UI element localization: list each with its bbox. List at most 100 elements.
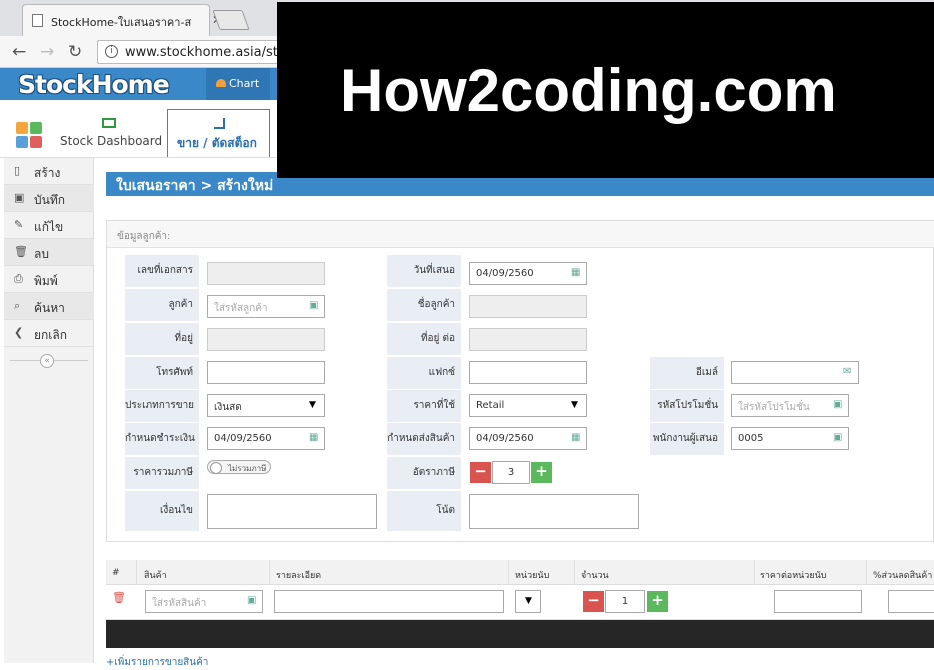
sidebar-item-label: บันทึก	[34, 193, 65, 207]
sale-type-select[interactable]: เงินสด ▼	[207, 394, 325, 417]
price-select[interactable]: Retail ▼	[469, 394, 587, 417]
gift-icon[interactable]: ▣	[247, 596, 257, 606]
tax-rate-input[interactable]: 3	[492, 461, 530, 484]
note-label: โน้ต	[387, 491, 461, 531]
email-label: อีเมล์	[650, 357, 724, 389]
column-header: สินค้า	[144, 571, 167, 581]
chart-label: Chart	[229, 77, 260, 90]
browser-tab[interactable]: StockHome-ใบเสนอราคา-สร้ ✕	[22, 4, 222, 36]
qty-increase-button[interactable]: +	[647, 591, 668, 612]
sidebar-item-create[interactable]: ▯ สร้าง	[4, 158, 94, 185]
column-header: ราคาต่อหน่วยนับ	[760, 571, 827, 581]
calendar-icon[interactable]: ▦	[571, 433, 581, 443]
tax-rate-label: อัตราภาษี	[387, 457, 461, 489]
sidebar-item-label: ยกเลิก	[34, 328, 68, 342]
detail-input[interactable]	[274, 590, 504, 613]
app-logo[interactable]: StockHome	[18, 70, 170, 99]
calendar-icon[interactable]: ▦	[571, 268, 581, 278]
unit-price-input[interactable]	[774, 590, 862, 613]
info-icon[interactable]: i	[105, 45, 118, 58]
sidebar-item-delete[interactable]: 🗑 ลบ	[4, 239, 94, 266]
qty-value: 1	[621, 596, 629, 607]
tax-rate-increase-button[interactable]: +	[531, 462, 552, 483]
address2-input[interactable]	[469, 328, 587, 351]
promo-input[interactable]: ใส่รหัสโปรโมชั่น ▣	[731, 394, 849, 417]
gift-icon[interactable]: ▣	[833, 400, 843, 410]
product-table-header: # สินค้า รายละเอียด หน่วยนับ จำนวน ราคาต…	[106, 560, 934, 585]
tax-rate-decrease-button[interactable]: −	[470, 462, 491, 483]
delivery-value: 04/09/2560	[476, 433, 534, 444]
product-table: # สินค้า รายละเอียด หน่วยนับ จำนวน ราคาต…	[106, 560, 934, 648]
sidebar-item-print[interactable]: ⎙ พิมพ์	[4, 266, 94, 293]
column-header: %ส่วนลดสินค้า	[873, 571, 933, 581]
qty-decrease-button[interactable]: −	[583, 591, 604, 612]
search-icon: ⌕	[14, 299, 21, 312]
doc-no-input[interactable]	[207, 262, 325, 285]
staff-input[interactable]: 0005 ▣	[731, 427, 849, 450]
column-header: หน่วยนับ	[515, 571, 550, 581]
tab-title: StockHome-ใบเสนอราคา-สร้	[51, 16, 191, 29]
product-input[interactable]: ใส่รหัสสินค้า ▣	[145, 590, 263, 613]
doc-no-label: เลขที่เอกสาร	[125, 255, 199, 287]
sidebar-item-label: ลบ	[34, 247, 49, 261]
promo-label: รหัสโปรโมชั่น	[650, 390, 724, 422]
vat-toggle-label: ไม่รวมภาษี	[228, 464, 267, 473]
condition-textarea[interactable]	[207, 494, 377, 529]
offer-date-input[interactable]: 04/09/2560 ▦	[469, 262, 587, 285]
table-row: 🗑 ใส่รหัสสินค้า ▣ ▼ − 1 +	[106, 585, 934, 620]
tax-rate-value: 3	[507, 467, 515, 478]
sidebar: ▯ สร้าง ▣ บันทึก ✎ แก้ไข 🗑 ลบ ⎙ พิมพ์ ⌕ …	[4, 158, 94, 663]
customer-name-input[interactable]	[469, 295, 587, 318]
watermark-banner: How2coding.com	[277, 2, 934, 178]
nav-stock-dashboard-label: Stock Dashboard	[60, 134, 163, 148]
nav-sale[interactable]: ขาย / ตัดสต็อก	[167, 109, 270, 157]
column-header: รายละเอียด	[276, 571, 322, 581]
sale-type-value: เงินสด	[214, 402, 242, 413]
page-title: ใบเสนอราคา > สร้างใหม่	[116, 178, 274, 194]
url-text: www.stockhome.asia/sto	[125, 45, 286, 60]
sidebar-item-label: สร้าง	[34, 166, 61, 180]
fax-input[interactable]	[469, 361, 587, 384]
unit-select[interactable]: ▼	[515, 590, 541, 613]
qty-input[interactable]: 1	[605, 590, 645, 613]
sidebar-item-label: พิมพ์	[34, 274, 58, 288]
chart-icon	[216, 79, 226, 87]
phone-label: โทรศัพท์	[125, 357, 199, 389]
discount-input[interactable]	[888, 590, 934, 613]
caret-down-icon: ▼	[525, 596, 532, 606]
note-textarea[interactable]	[469, 494, 639, 529]
sidebar-item-edit[interactable]: ✎ แก้ไข	[4, 212, 94, 239]
gift-icon[interactable]: ▣	[833, 433, 843, 443]
customer-panel: ข้อมูลลูกค้า: เลขที่เอกสาร วันที่เสนอ 04…	[106, 220, 934, 542]
staff-value: 0005	[738, 433, 764, 444]
customer-input[interactable]: ใส่รหัสลูกค้า ▣	[207, 295, 325, 318]
apps-grid-icon[interactable]	[16, 122, 42, 148]
gift-icon[interactable]: ▣	[309, 301, 319, 311]
address-label: ที่อยู่	[125, 323, 199, 355]
sidebar-item-save[interactable]: ▣ บันทึก	[4, 185, 94, 212]
chart-button[interactable]: Chart	[206, 68, 270, 100]
sidebar-item-label: ค้นหา	[34, 301, 65, 315]
delivery-input[interactable]: 04/09/2560 ▦	[469, 427, 587, 450]
back-arrow-icon[interactable]: ←	[12, 42, 26, 62]
collapse-icon[interactable]: «	[40, 354, 54, 368]
calendar-icon[interactable]: ▦	[309, 433, 319, 443]
sidebar-item-cancel[interactable]: ❮ ยกเลิก	[4, 320, 94, 347]
new-tab-button[interactable]	[212, 10, 250, 30]
reload-icon[interactable]: ↻	[68, 42, 82, 62]
sidebar-item-search[interactable]: ⌕ ค้นหา	[4, 293, 94, 320]
customer-name-label: ชื่อลูกค้า	[387, 289, 461, 321]
address-input[interactable]	[207, 328, 325, 351]
email-input[interactable]: ✉	[731, 361, 859, 384]
forward-arrow-icon[interactable]: →	[40, 42, 54, 62]
trash-icon[interactable]: 🗑	[112, 591, 126, 604]
envelope-icon: ✉	[843, 366, 852, 377]
nav-stock-dashboard[interactable]: Stock Dashboard	[52, 108, 164, 154]
vat-toggle[interactable]: ไม่รวมภาษี	[207, 460, 272, 474]
due-date-value: 04/09/2560	[214, 433, 272, 444]
page-icon	[32, 14, 43, 27]
phone-input[interactable]	[207, 361, 325, 384]
vat-label: ราคารวมภาษี	[125, 457, 199, 489]
due-date-input[interactable]: 04/09/2560 ▦	[207, 427, 325, 450]
sale-type-label: ประเภทการขาย	[125, 390, 199, 422]
